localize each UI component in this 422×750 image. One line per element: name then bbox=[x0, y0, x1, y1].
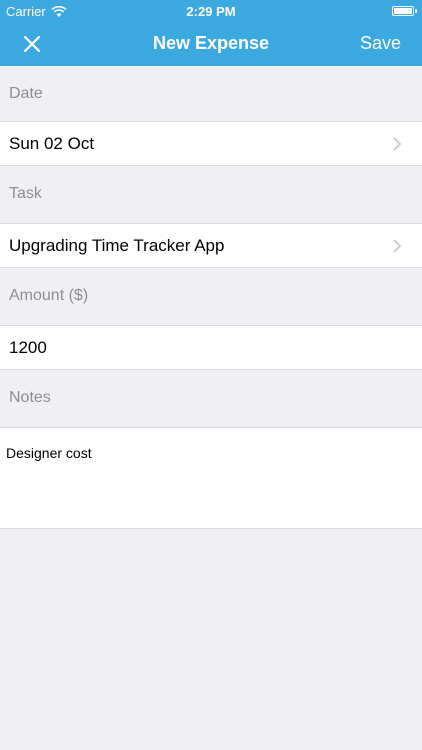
task-row[interactable]: Upgrading Time Tracker App bbox=[0, 223, 422, 268]
save-button[interactable]: Save bbox=[360, 33, 401, 54]
notes-value: Designer cost bbox=[6, 445, 92, 461]
notes-section-header: Notes bbox=[9, 389, 51, 406]
amount-section-header: Amount ($) bbox=[9, 287, 89, 304]
status-time: 2:29 PM bbox=[186, 4, 236, 19]
date-value: Sun 02 Oct bbox=[9, 133, 95, 153]
chevron-right-icon bbox=[393, 239, 402, 253]
date-section-header: Date bbox=[9, 85, 43, 102]
navigation-bar: New Expense Save bbox=[0, 22, 422, 66]
page-title: New Expense bbox=[152, 33, 270, 53]
chevron-right-icon bbox=[393, 137, 402, 151]
task-value: Upgrading Time Tracker App bbox=[9, 235, 225, 255]
date-row[interactable]: Sun 02 Oct bbox=[0, 121, 422, 166]
battery-icon bbox=[392, 6, 417, 16]
top-bar: Carrier 2:29 PM New Expense Save bbox=[0, 0, 422, 66]
status-bar: Carrier 2:29 PM bbox=[0, 0, 422, 22]
amount-value: 1200 bbox=[9, 337, 47, 357]
amount-field[interactable]: 1200 bbox=[0, 325, 422, 370]
notes-field[interactable]: Designer cost bbox=[0, 427, 422, 529]
task-section-header: Task bbox=[9, 185, 42, 202]
